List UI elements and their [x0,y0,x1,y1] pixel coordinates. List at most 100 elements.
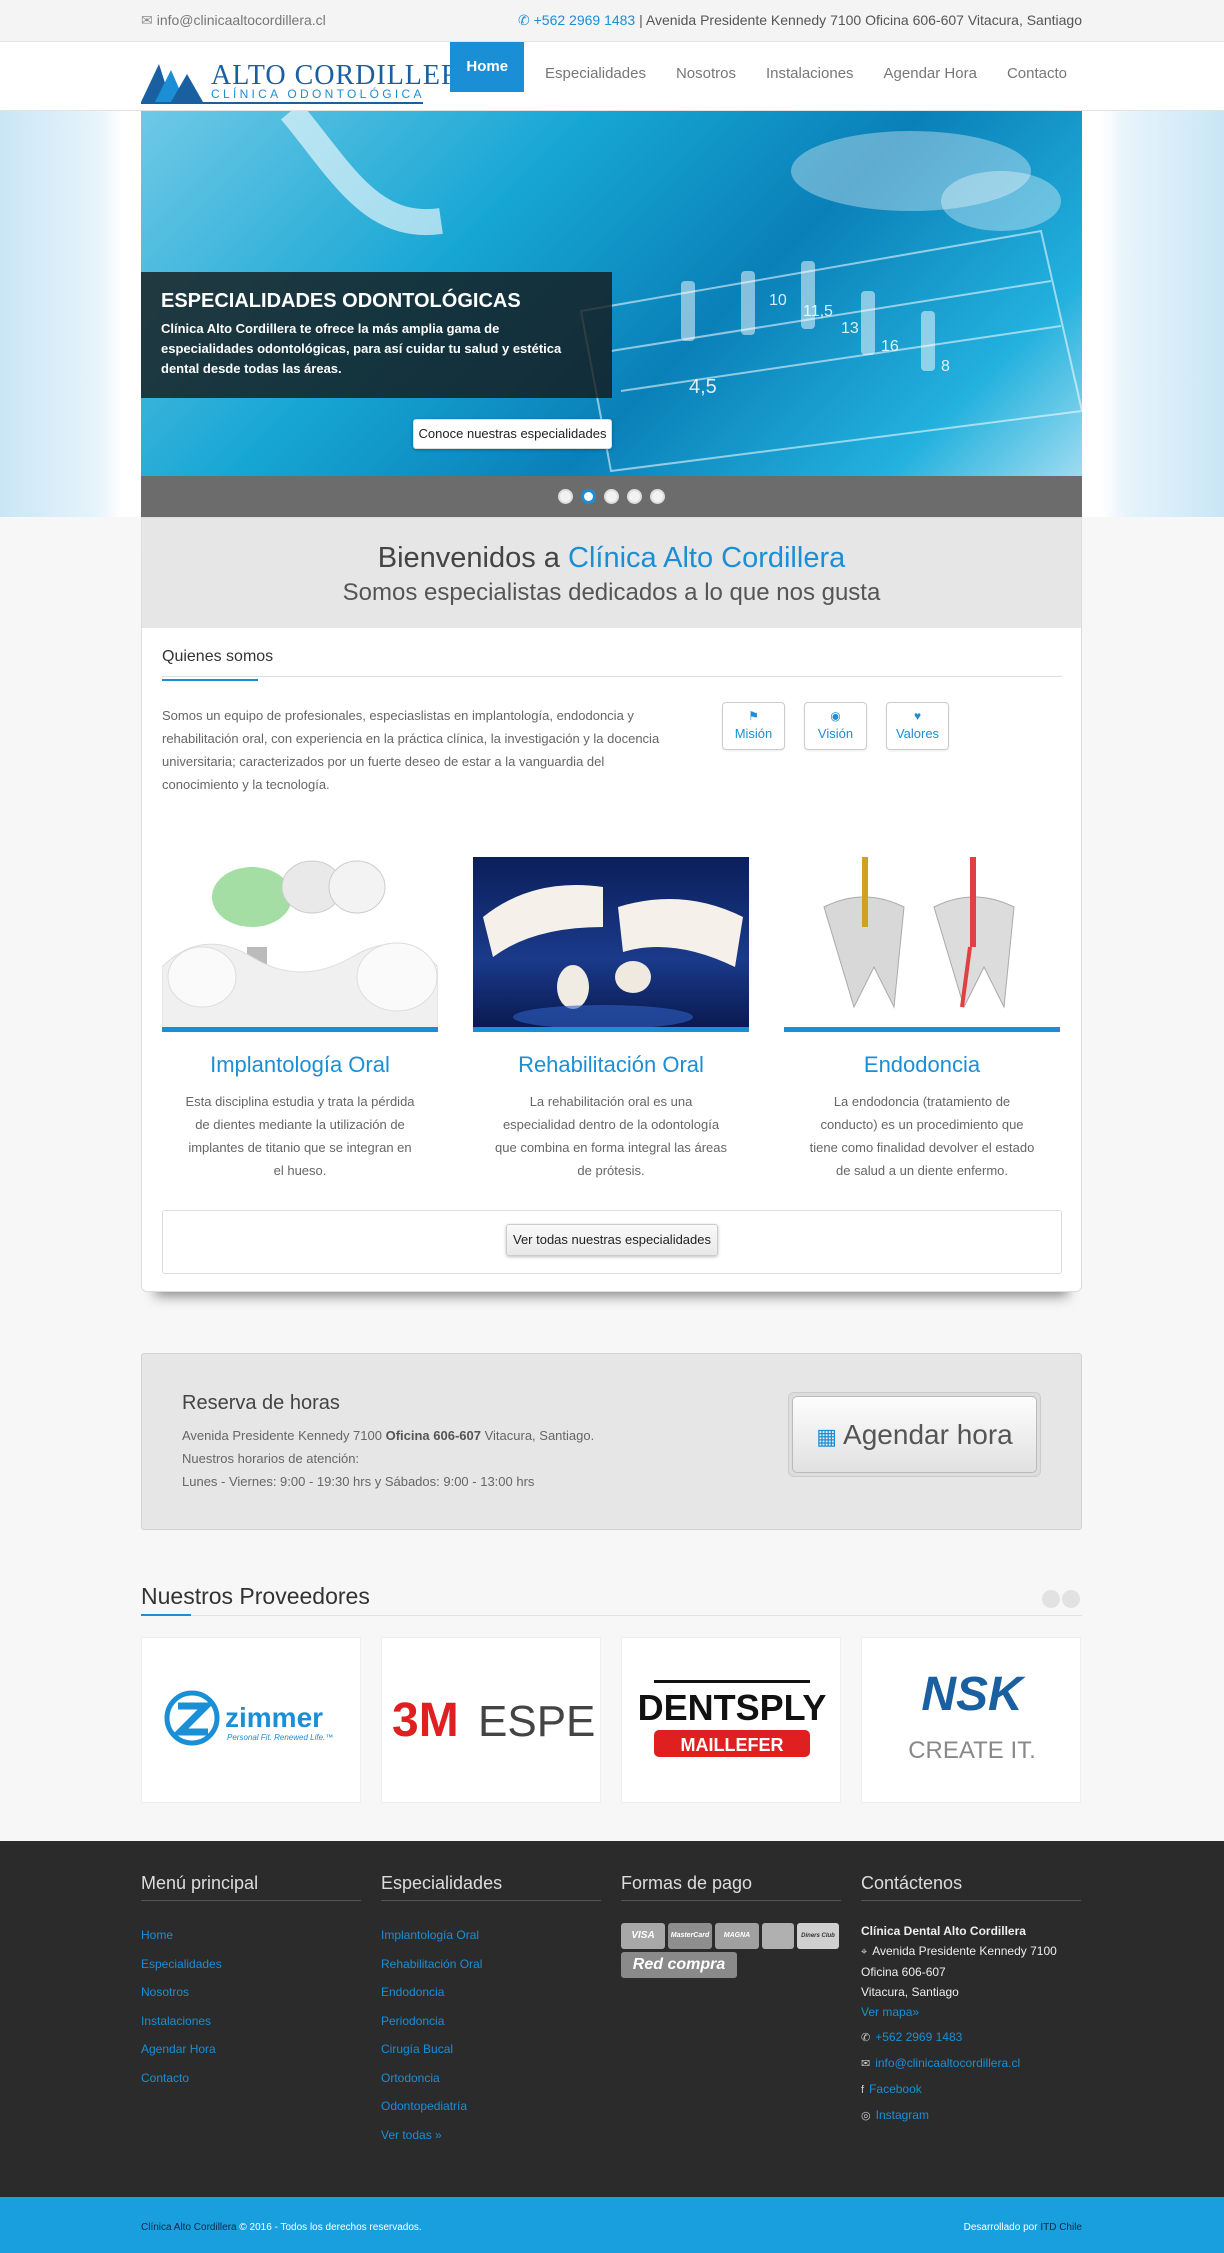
footer-facebook-link[interactable]: Facebook [869,2082,922,2096]
vision-button[interactable]: ◉ Visión [804,702,867,750]
footer-contact-info: Clínica Dental Alto Cordillera ⌖ Avenida … [861,1924,1057,2122]
specialty-card-implantologia[interactable]: Implantología Oral Esta disciplina estud… [162,857,438,1182]
dentsply-logo: DENTSPLY MAILLEFER [638,1680,827,1757]
xray-number: 11,5 [803,303,833,320]
provider-logo-dentsply[interactable]: DENTSPLY MAILLEFER [621,1637,841,1803]
developer-credit: Desarrollado por ITD Chile [963,2222,1082,2233]
carousel-prev-button[interactable] [1042,1590,1060,1608]
footer-map-link[interactable]: Ver mapa» [861,2005,919,2019]
top-email[interactable]: ✉ info@clinicaaltocordillera.cl [141,12,326,29]
footer-link-home[interactable]: Home [141,1928,173,1942]
developer-link[interactable]: ITD Chile [1040,2222,1082,2233]
footer-link-instalaciones[interactable]: Instalaciones [141,2014,211,2028]
3m-espe-logo: 3M ESPE [392,1694,595,1747]
footer-specialty-link[interactable]: Odontopediatría [381,2099,467,2113]
booking-address: Avenida Presidente Kennedy 7100 Oficina … [182,1428,595,1443]
map-marker-icon: ⌖ [861,1946,868,1958]
footer-specialty-link[interactable]: Periodoncia [381,2014,444,2028]
carousel-next-button[interactable] [1062,1590,1080,1608]
about-text: Somos un equipo de profesionales, especi… [162,708,660,792]
specialty-text: Esta disciplina estudia y trata la pérdi… [185,1094,415,1178]
logo-underline [141,102,423,104]
specialty-title[interactable]: Implantología Oral [162,1052,438,1078]
mision-button[interactable]: ⚑ Misión [722,702,785,750]
slider-dot[interactable] [650,489,665,504]
slide-text: Clínica Alto Cordillera te ofrece la más… [161,321,562,376]
implant-image [162,857,438,1032]
footer-email-link[interactable]: info@clinicaaltocordillera.cl [875,2056,1020,2070]
booking-section: Reserva de horas Avenida Presidente Kenn… [141,1353,1082,1530]
providers-carousel-controls [1042,1590,1082,1608]
nav-home[interactable]: Home [450,42,525,92]
nsk-logo: NSK CREATE IT. [908,1668,1036,1764]
welcome-banner: Bienvenidos a Clínica Alto Cordillera So… [142,518,1081,628]
tooth-root-illustration [823,857,1015,1009]
footer-link-agendar-hora[interactable]: Agendar Hora [141,2042,216,2056]
xray-number: 16 [881,338,899,355]
footer-specialty-link[interactable]: Rehabilitación Oral [381,1957,482,1971]
xray-number: 8 [941,358,950,375]
footer-instagram-link[interactable]: Instagram [876,2108,929,2122]
slide-cta-button[interactable]: Conoce nuestras especialidades [413,419,612,449]
booking-info: Avenida Presidente Kennedy 7100 Oficina … [182,1424,594,1493]
specialty-card-rehabilitacion[interactable]: Rehabilitación Oral La rehabilitación or… [473,857,749,1182]
footer-specialties-title: Especialidades [381,1873,601,1901]
specialty-text: La endodoncia (tratamiento de conducto) … [809,1094,1035,1178]
maillefer-wordmark: MAILLEFER [681,1735,784,1755]
schedule-appointment-button[interactable]: ▦ Agendar hora [788,1392,1041,1477]
dentsply-wordmark: DENTSPLY [638,1687,827,1728]
nav-contacto[interactable]: Contacto [992,42,1082,111]
footer-specialty-link[interactable]: Ortodoncia [381,2071,440,2085]
redcompra-icon: Red compra [621,1952,737,1978]
footer-link-contacto[interactable]: Contacto [141,2071,189,2085]
slider-dot-active[interactable] [581,489,596,504]
slider-dot[interactable] [558,489,573,504]
footer-link-especialidades[interactable]: Especialidades [141,1957,222,1971]
site-logo[interactable]: ALTO CORDILLERA CLÍNICA ODONTOLÓGICA [141,60,481,104]
slider-dot[interactable] [627,489,642,504]
footer-specialty-link[interactable]: Cirugía Bucal [381,2042,453,2056]
envelope-icon: ✉ [861,2058,871,2070]
nav-nosotros[interactable]: Nosotros [661,42,751,111]
footer-specialty-link[interactable]: Endodoncia [381,1985,444,1999]
footer-menu-title: Menú principal [141,1873,361,1901]
diners-card-icon: Diners Club [797,1923,839,1949]
top-phone[interactable]: +562 2969 1483 [534,12,636,28]
calendar-icon: ▦ [816,1424,838,1449]
nsk-tagline: CREATE IT. [908,1737,1036,1764]
amex-card-icon [762,1923,794,1949]
implant-illustration [162,860,438,1027]
provider-logo-zimmer[interactable]: zimmer Personal Fit. Renewed Life.™ [141,1637,361,1803]
all-specialties-button[interactable]: Ver todas nuestras especialidades [506,1224,718,1256]
phone-icon: ✆ [861,2032,871,2044]
footer-link-nosotros[interactable]: Nosotros [141,1985,189,1999]
copyright-bar: Clínica Alto Cordillera © 2016 - Todos l… [0,2197,1224,2253]
footer-specialty-link[interactable]: Implantología Oral [381,1928,479,1942]
3m-wordmark: 3M [392,1694,459,1747]
provider-logo-nsk[interactable]: NSK CREATE IT. [861,1637,1081,1803]
main-content-card: Bienvenidos a Clínica Alto Cordillera So… [141,517,1082,1292]
specialty-title[interactable]: Rehabilitación Oral [473,1052,749,1078]
provider-logo-3m-espe[interactable]: 3M ESPE [381,1637,601,1803]
slider-dot[interactable] [604,489,619,504]
main-navbar: ALTO CORDILLERA CLÍNICA ODONTOLÓGICA Hom… [0,42,1224,111]
specialty-card-endodoncia[interactable]: Endodoncia La endodoncia (tratamiento de… [784,857,1060,1182]
nav-especialidades[interactable]: Especialidades [530,42,661,111]
footer-see-all-link[interactable]: Ver todas » [381,2128,442,2142]
nav-agendar-hora[interactable]: Agendar Hora [869,42,992,111]
mountain-logo-icon [141,64,203,102]
footer-payments-title: Formas de pago [621,1873,841,1901]
brand-subtitle: CLÍNICA ODONTOLÓGICA [211,87,425,101]
xray-number: 4,5 [689,376,717,398]
specialty-title[interactable]: Endodoncia [784,1052,1060,1078]
welcome-title: Bienvenidos a Clínica Alto Cordillera [377,542,846,574]
nav-instalaciones[interactable]: Instalaciones [751,42,869,111]
copyright-text: Clínica Alto Cordillera © 2016 - Todos l… [141,2222,422,2233]
zimmer-wordmark: zimmer [225,1702,323,1733]
footer-contact-column: Contáctenos Clínica Dental Alto Cordille… [861,1873,1081,2126]
heart-icon: ♥ [913,709,922,723]
espe-wordmark: ESPE [478,1697,595,1746]
mastercard-icon: MasterCard [668,1923,712,1949]
footer-phone-link[interactable]: +562 2969 1483 [875,2030,962,2044]
valores-button[interactable]: ♥ Valores [886,702,949,750]
